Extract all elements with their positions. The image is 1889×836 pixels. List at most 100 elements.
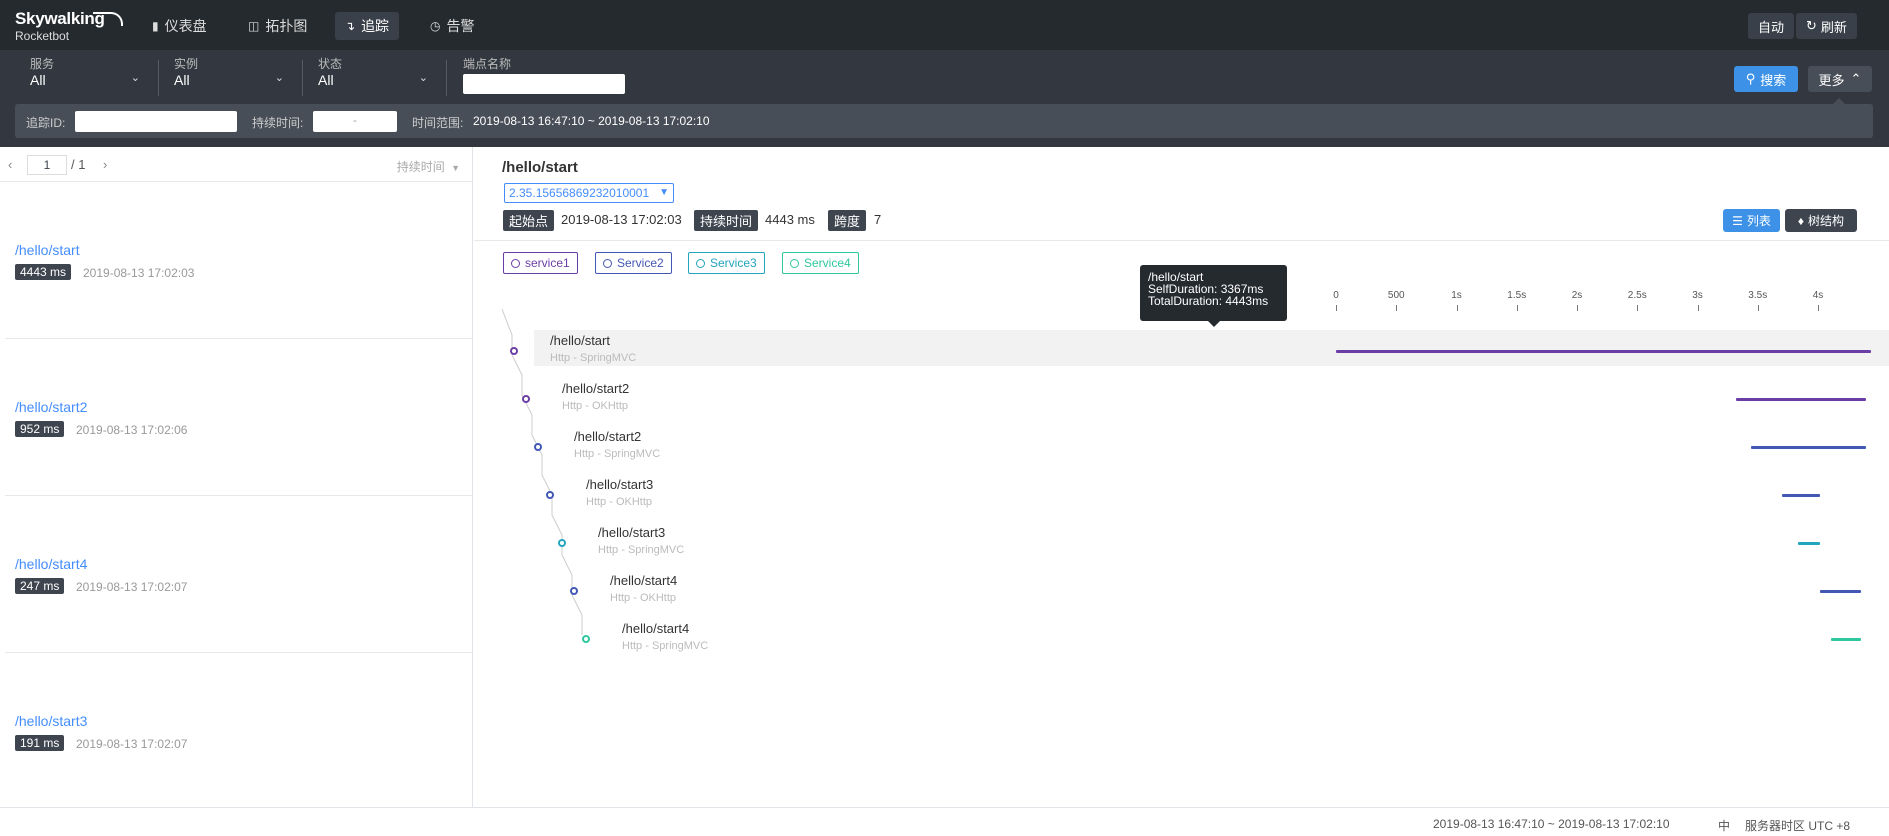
axis-tick-mark <box>1396 305 1398 311</box>
span-duration-bar[interactable] <box>1336 350 1872 353</box>
advanced-filter-bar: 追踪ID: 持续时间: - 时间范围: 2019-08-13 16:47:10 … <box>15 104 1873 138</box>
span-name[interactable]: /hello/start2 <box>574 429 641 444</box>
list-view-button[interactable]: ☰ 列表 <box>1723 209 1780 232</box>
service-legend-service1[interactable]: service1 <box>503 252 578 274</box>
chevron-right-icon[interactable]: › <box>103 157 107 172</box>
span-node-icon[interactable] <box>534 443 542 451</box>
trace-id-input[interactable] <box>75 111 237 132</box>
axis-tick-label: 4s <box>1812 290 1824 301</box>
service-dot-icon <box>511 258 520 268</box>
instance-select-label: 实例 <box>174 57 199 71</box>
span-duration-bar[interactable] <box>1820 590 1862 593</box>
trace-time: 2019-08-13 17:02:06 <box>76 423 188 437</box>
span-node-icon[interactable] <box>522 395 530 403</box>
service-legend-service4[interactable]: Service4 <box>782 252 859 274</box>
chevron-left-icon[interactable]: ‹ <box>8 157 12 172</box>
more-button[interactable]: 更多 ⌃ <box>1808 66 1872 92</box>
list-view-label: 列表 <box>1746 214 1771 228</box>
trace-id-select[interactable]: 2.35.15656869232010001 ▼ <box>504 183 674 203</box>
trace-name[interactable]: /hello/start3 <box>15 713 87 729</box>
caret-down-icon: ▼ <box>451 163 460 173</box>
language-toggle[interactable]: 中 <box>1718 817 1730 834</box>
topology-icon: ◫ <box>248 19 260 33</box>
list-item[interactable]: /hello/start2 952 ms 2019-08-13 17:02:06 <box>5 339 472 496</box>
service-select[interactable]: 服务 All ⌄ <box>30 57 140 97</box>
chevron-down-icon: ⌄ <box>130 72 140 84</box>
service-legend-service2[interactable]: Service2 <box>595 252 672 274</box>
span-tooltip: /hello/start SelfDuration: 3367ms TotalD… <box>1140 265 1287 327</box>
span-duration-bar[interactable] <box>1831 638 1862 641</box>
chevron-down-icon: ⌄ <box>274 72 284 84</box>
duration-input[interactable]: - <box>313 111 397 132</box>
span-node-icon[interactable] <box>582 635 590 643</box>
list-item[interactable]: /hello/start3 191 ms 2019-08-13 17:02:07 <box>5 653 472 810</box>
span-name[interactable]: /hello/start3 <box>586 477 653 492</box>
sort-selector[interactable]: 持续时间 ▼ <box>397 158 460 175</box>
nav-dashboard-label: 仪表盘 <box>164 18 207 34</box>
list-item[interactable]: /hello/start4 247 ms 2019-08-13 17:02:07 <box>5 496 472 653</box>
logo-arc-icon <box>93 12 123 26</box>
service-legend-label: Service3 <box>710 256 757 270</box>
span-type: Http - SpringMVC <box>622 640 709 652</box>
trace-time: 2019-08-13 17:02:07 <box>76 580 188 594</box>
list-item[interactable]: /hello/start 4443 ms 2019-08-13 17:02:03 <box>5 182 472 339</box>
nav-dashboard[interactable]: ▮ 仪表盘 <box>142 12 217 40</box>
search-label: 搜索 <box>1760 72 1787 88</box>
instance-select[interactable]: 实例 All ⌄ <box>174 57 284 97</box>
span-name[interactable]: /hello/start <box>550 333 610 348</box>
trace-duration-badge: 952 ms <box>15 421 65 437</box>
time-range-value: 2019-08-13 16:47:10 ~ 2019-08-13 17:02:1… <box>473 114 710 128</box>
logo: Skywalking Rocketbot <box>15 10 123 44</box>
auto-refresh-button[interactable]: 自动 <box>1748 13 1795 39</box>
span-name[interactable]: /hello/start4 <box>622 621 689 636</box>
duration-value: 4443 ms <box>765 212 815 227</box>
axis-tick-label: 0 <box>1333 290 1339 301</box>
page-input[interactable]: 1 <box>27 155 67 175</box>
alarm-icon: ◷ <box>430 19 441 33</box>
span-duration-bar[interactable] <box>1797 542 1821 545</box>
span-duration-bar[interactable] <box>1781 494 1821 497</box>
duration-label: 持续时间: <box>252 116 304 130</box>
trace-duration-badge: 191 ms <box>15 735 65 751</box>
service-legend-service3[interactable]: Service3 <box>688 252 765 274</box>
axis-tick-mark <box>1757 305 1759 311</box>
tooltip-total-duration: TotalDuration: 4443ms <box>1148 294 1269 308</box>
refresh-label: 刷新 <box>1820 19 1847 35</box>
refresh-button[interactable]: ↻ 刷新 <box>1796 13 1857 39</box>
span-node-icon[interactable] <box>546 491 554 499</box>
nav-trace-label: 追踪 <box>361 18 390 34</box>
divider <box>446 60 447 96</box>
tree-view-button[interactable]: ♦ 树结构 <box>1785 209 1857 232</box>
refresh-icon: ↻ <box>1806 18 1817 33</box>
nav-topology[interactable]: ◫ 拓扑图 <box>238 12 317 40</box>
status-select[interactable]: 状态 All ⌄ <box>318 57 428 97</box>
endpoint-input[interactable] <box>463 74 625 94</box>
span-row-highlight <box>534 330 1889 366</box>
page-total: / 1 <box>71 157 86 172</box>
trace-name[interactable]: /hello/start2 <box>15 399 87 415</box>
span-node-icon[interactable] <box>570 587 578 595</box>
service-legend-label: service1 <box>525 256 570 270</box>
axis-tick-label: 2.5s <box>1627 290 1647 301</box>
axis-tick-label: 1s <box>1451 290 1462 301</box>
axis-tick-mark <box>1577 305 1578 311</box>
trace-name[interactable]: /hello/start <box>15 242 80 258</box>
axis-tick-mark <box>1336 305 1337 311</box>
trace-name[interactable]: /hello/start4 <box>15 556 87 572</box>
divider <box>158 60 159 96</box>
span-node-icon[interactable] <box>558 539 566 547</box>
tooltip-arrow <box>1208 321 1220 327</box>
trace-list-panel: ‹ 1 / 1 › 持续时间 ▼ /hello/start 4443 ms 20… <box>0 147 473 810</box>
span-name[interactable]: /hello/start3 <box>598 525 665 540</box>
nav-alarm[interactable]: ◷ 告警 <box>420 12 484 40</box>
span-duration-bar[interactable] <box>1736 398 1867 401</box>
span-name[interactable]: /hello/start2 <box>562 381 629 396</box>
span-node-icon[interactable] <box>510 347 518 355</box>
span-duration-bar[interactable] <box>1750 446 1867 449</box>
span-name[interactable]: /hello/start4 <box>610 573 677 588</box>
axis-tick-label: 1.5s <box>1507 290 1527 301</box>
top-navbar: Skywalking Rocketbot ▮ 仪表盘 ◫ 拓扑图 ↴ 追踪 ◷ … <box>0 0 1889 50</box>
nav-trace[interactable]: ↴ 追踪 <box>335 12 400 40</box>
endpoint-label: 端点名称 <box>463 57 512 71</box>
search-button[interactable]: ⚲ 搜索 <box>1734 66 1798 92</box>
